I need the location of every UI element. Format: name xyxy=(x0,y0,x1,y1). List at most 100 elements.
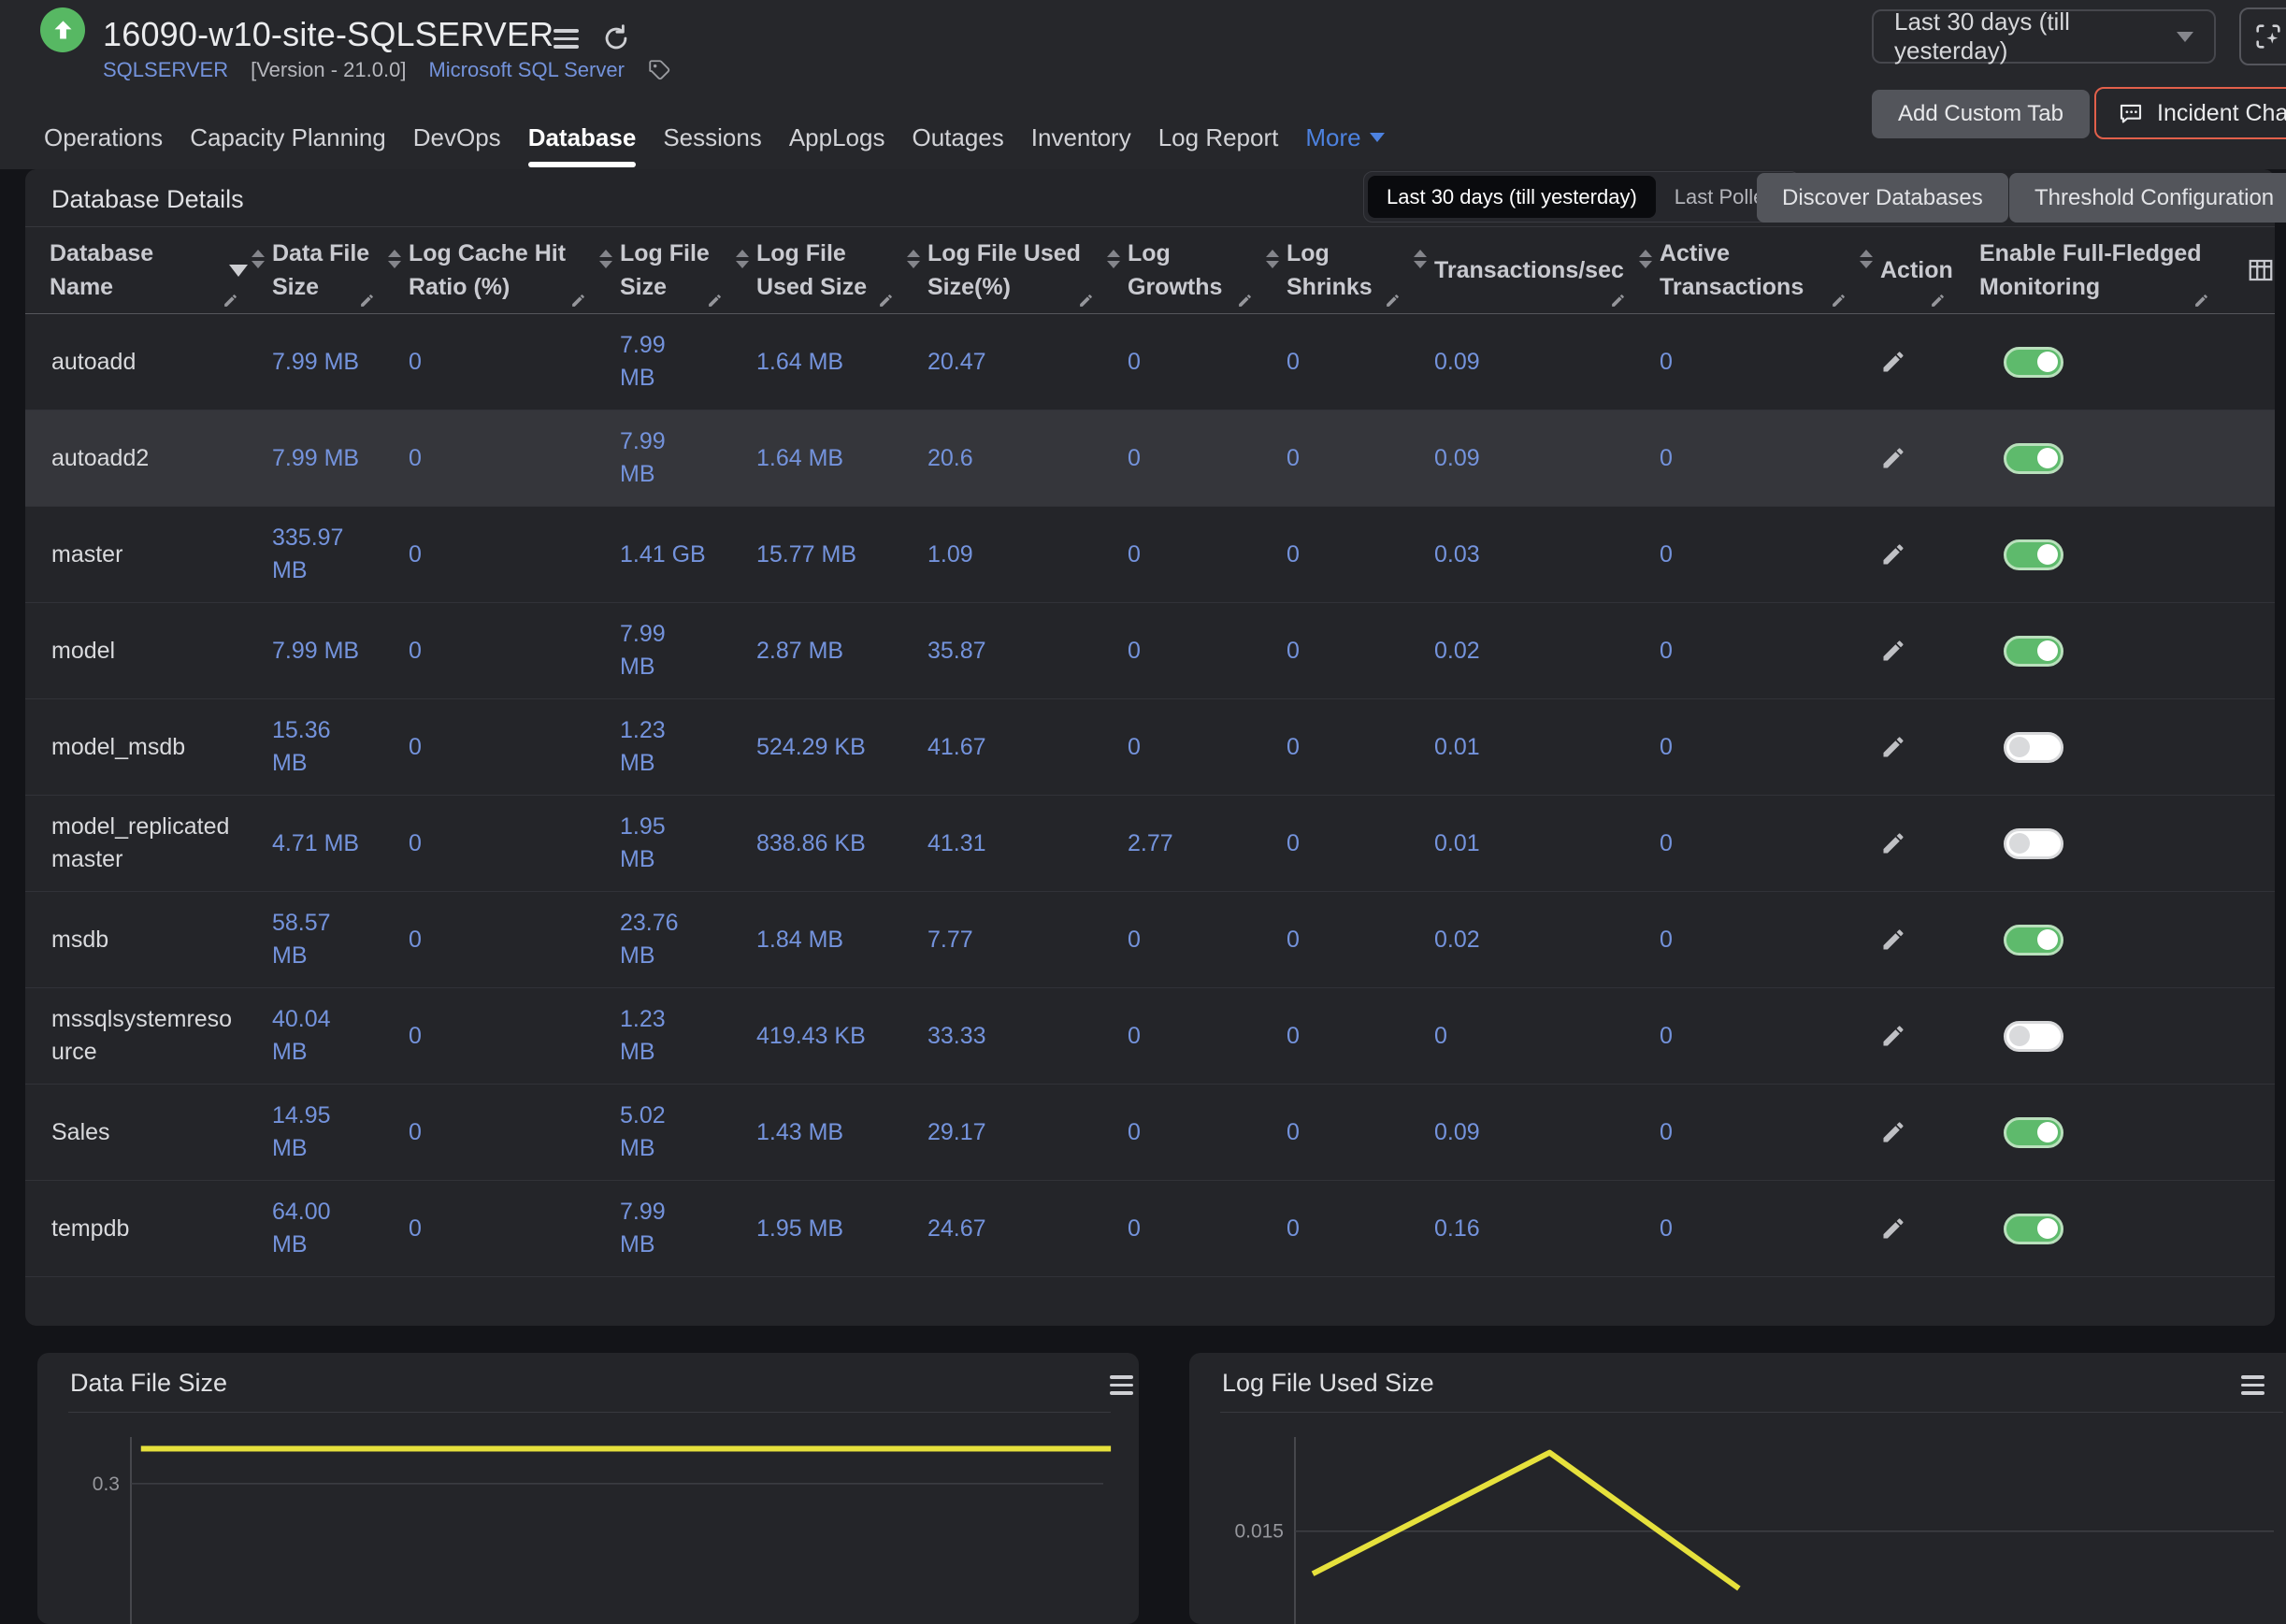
metric-value-link[interactable]: 0 xyxy=(1262,699,1410,795)
monitor-actions-menu-icon[interactable] xyxy=(554,29,579,49)
metric-value-link[interactable]: 35.87 xyxy=(903,603,1103,698)
edit-action-icon[interactable] xyxy=(1880,1215,1906,1242)
sort-desc-icon[interactable] xyxy=(229,265,248,277)
sort-arrows-icon[interactable] xyxy=(388,250,401,268)
sort-arrows-icon[interactable] xyxy=(599,250,612,268)
column-header[interactable]: Log File Used Size xyxy=(732,227,903,313)
metric-value-link[interactable]: 335.97 MB xyxy=(248,507,384,602)
metric-value-link[interactable]: 419.43 KB xyxy=(732,988,903,1084)
edit-threshold-icon[interactable] xyxy=(1385,293,1401,309)
edit-threshold-icon[interactable] xyxy=(223,293,238,309)
metric-value-link[interactable]: 1.84 MB xyxy=(732,892,903,987)
tab-database[interactable]: Database xyxy=(528,106,637,169)
column-header[interactable]: Log Shrinks xyxy=(1262,227,1410,313)
tag-icon[interactable] xyxy=(647,58,671,82)
metric-value-link[interactable]: 0 xyxy=(1103,1085,1262,1180)
metric-value-link[interactable]: 0 xyxy=(1262,988,1410,1084)
metric-value-link[interactable]: 0.01 xyxy=(1410,699,1635,795)
metric-value-link[interactable]: 33.33 xyxy=(903,988,1103,1084)
sort-arrows-icon[interactable] xyxy=(1860,250,1873,268)
full-fledged-monitoring-toggle[interactable] xyxy=(2004,1214,2063,1244)
metric-value-link[interactable]: 0 xyxy=(1103,603,1262,698)
metric-value-link[interactable]: 1.64 MB xyxy=(732,314,903,410)
metric-value-link[interactable]: 1.41 GB xyxy=(596,507,732,602)
metric-value-link[interactable]: 0 xyxy=(1103,410,1262,506)
metric-value-link[interactable]: 7.99 MB xyxy=(248,603,384,698)
metric-value-link[interactable]: 23.76 MB xyxy=(596,892,732,987)
metric-value-link[interactable]: 0 xyxy=(384,988,596,1084)
metric-value-link[interactable]: 1.95 MB xyxy=(596,796,732,891)
metric-value-link[interactable]: 0.02 xyxy=(1410,892,1635,987)
metric-value-link[interactable]: 1.43 MB xyxy=(732,1085,903,1180)
time-range-dropdown[interactable]: Last 30 days (till yesterday) xyxy=(1872,9,2216,64)
full-fledged-monitoring-toggle[interactable] xyxy=(2004,443,2063,474)
metric-value-link[interactable]: 0 xyxy=(1262,410,1410,506)
metric-value-link[interactable]: 0 xyxy=(1103,507,1262,602)
metric-value-link[interactable]: 7.99 MB xyxy=(596,410,732,506)
metric-value-link[interactable]: 0 xyxy=(384,892,596,987)
metric-value-link[interactable]: 7.99 MB xyxy=(248,314,384,410)
metric-value-link[interactable]: 0 xyxy=(384,314,596,410)
full-fledged-monitoring-toggle[interactable] xyxy=(2004,828,2063,859)
metric-value-link[interactable]: 5.02 MB xyxy=(596,1085,732,1180)
sort-arrows-icon[interactable] xyxy=(252,250,265,268)
metric-value-link[interactable]: 0 xyxy=(384,603,596,698)
metric-value-link[interactable]: 0 xyxy=(384,507,596,602)
metric-value-link[interactable]: 0 xyxy=(1262,796,1410,891)
tab-more[interactable]: More xyxy=(1305,106,1384,169)
column-header[interactable]: Log Growths xyxy=(1103,227,1262,313)
edit-threshold-icon[interactable] xyxy=(1610,293,1626,309)
metric-value-link[interactable]: 0.09 xyxy=(1410,314,1635,410)
sort-arrows-icon[interactable] xyxy=(907,250,920,268)
metric-value-link[interactable]: 0 xyxy=(1635,988,1856,1084)
metric-value-link[interactable]: 7.99 MB xyxy=(596,1181,732,1276)
metric-value-link[interactable]: 0.09 xyxy=(1410,1085,1635,1180)
metric-value-link[interactable]: 41.67 xyxy=(903,699,1103,795)
metric-value-link[interactable]: 15.36 MB xyxy=(248,699,384,795)
metric-value-link[interactable]: 0 xyxy=(1103,1181,1262,1276)
metric-value-link[interactable]: 0 xyxy=(1103,699,1262,795)
full-fledged-monitoring-toggle[interactable] xyxy=(2004,539,2063,570)
full-fledged-monitoring-toggle[interactable] xyxy=(2004,1117,2063,1148)
tab-capacity-planning[interactable]: Capacity Planning xyxy=(190,106,386,169)
metric-value-link[interactable]: 0.01 xyxy=(1410,796,1635,891)
edit-action-icon[interactable] xyxy=(1880,349,1906,375)
metric-value-link[interactable]: 0 xyxy=(1103,892,1262,987)
metric-value-link[interactable]: 0 xyxy=(1635,699,1856,795)
metric-value-link[interactable]: 0.03 xyxy=(1410,507,1635,602)
metric-value-link[interactable]: 0 xyxy=(1103,988,1262,1084)
range-option[interactable]: Last 30 days (till yesterday) xyxy=(1368,176,1656,218)
column-header[interactable]: Active Transactions xyxy=(1635,227,1856,313)
column-header[interactable]: Enable Full-Fledged Monitoring xyxy=(1955,227,2219,313)
metric-value-link[interactable]: 58.57 MB xyxy=(248,892,384,987)
metric-value-link[interactable]: 0 xyxy=(1262,603,1410,698)
metric-value-link[interactable]: 64.00 MB xyxy=(248,1181,384,1276)
metric-value-link[interactable]: 20.47 xyxy=(903,314,1103,410)
metric-value-link[interactable]: 0 xyxy=(1635,892,1856,987)
metric-value-link[interactable]: 40.04 MB xyxy=(248,988,384,1084)
metric-value-link[interactable]: 7.99 MB xyxy=(596,314,732,410)
metric-value-link[interactable]: 524.29 KB xyxy=(732,699,903,795)
sort-arrows-icon[interactable] xyxy=(1266,250,1279,268)
metric-value-link[interactable]: 1.23 MB xyxy=(596,988,732,1084)
edit-action-icon[interactable] xyxy=(1880,927,1906,953)
metric-value-link[interactable]: 0 xyxy=(1103,314,1262,410)
metric-value-link[interactable]: 1.09 xyxy=(903,507,1103,602)
sort-arrows-icon[interactable] xyxy=(1414,250,1427,268)
metric-value-link[interactable]: 0 xyxy=(1262,1181,1410,1276)
edit-action-icon[interactable] xyxy=(1880,541,1906,568)
metric-value-link[interactable]: 2.87 MB xyxy=(732,603,903,698)
metric-value-link[interactable]: 4.71 MB xyxy=(248,796,384,891)
metric-value-link[interactable]: 14.95 MB xyxy=(248,1085,384,1180)
edit-threshold-icon[interactable] xyxy=(2193,293,2209,309)
sort-arrows-icon[interactable] xyxy=(1639,250,1652,268)
metric-value-link[interactable]: 15.77 MB xyxy=(732,507,903,602)
metric-value-link[interactable]: 0 xyxy=(1635,603,1856,698)
column-chooser-grid-icon[interactable] xyxy=(2247,256,2275,284)
column-header[interactable]: Transactions/sec xyxy=(1410,227,1635,313)
column-header[interactable]: Data File Size xyxy=(248,227,384,313)
edit-threshold-icon[interactable] xyxy=(1831,293,1847,309)
edit-action-icon[interactable] xyxy=(1880,1023,1906,1049)
ai-assist-button[interactable] xyxy=(2239,7,2286,65)
metric-value-link[interactable]: 7.77 xyxy=(903,892,1103,987)
